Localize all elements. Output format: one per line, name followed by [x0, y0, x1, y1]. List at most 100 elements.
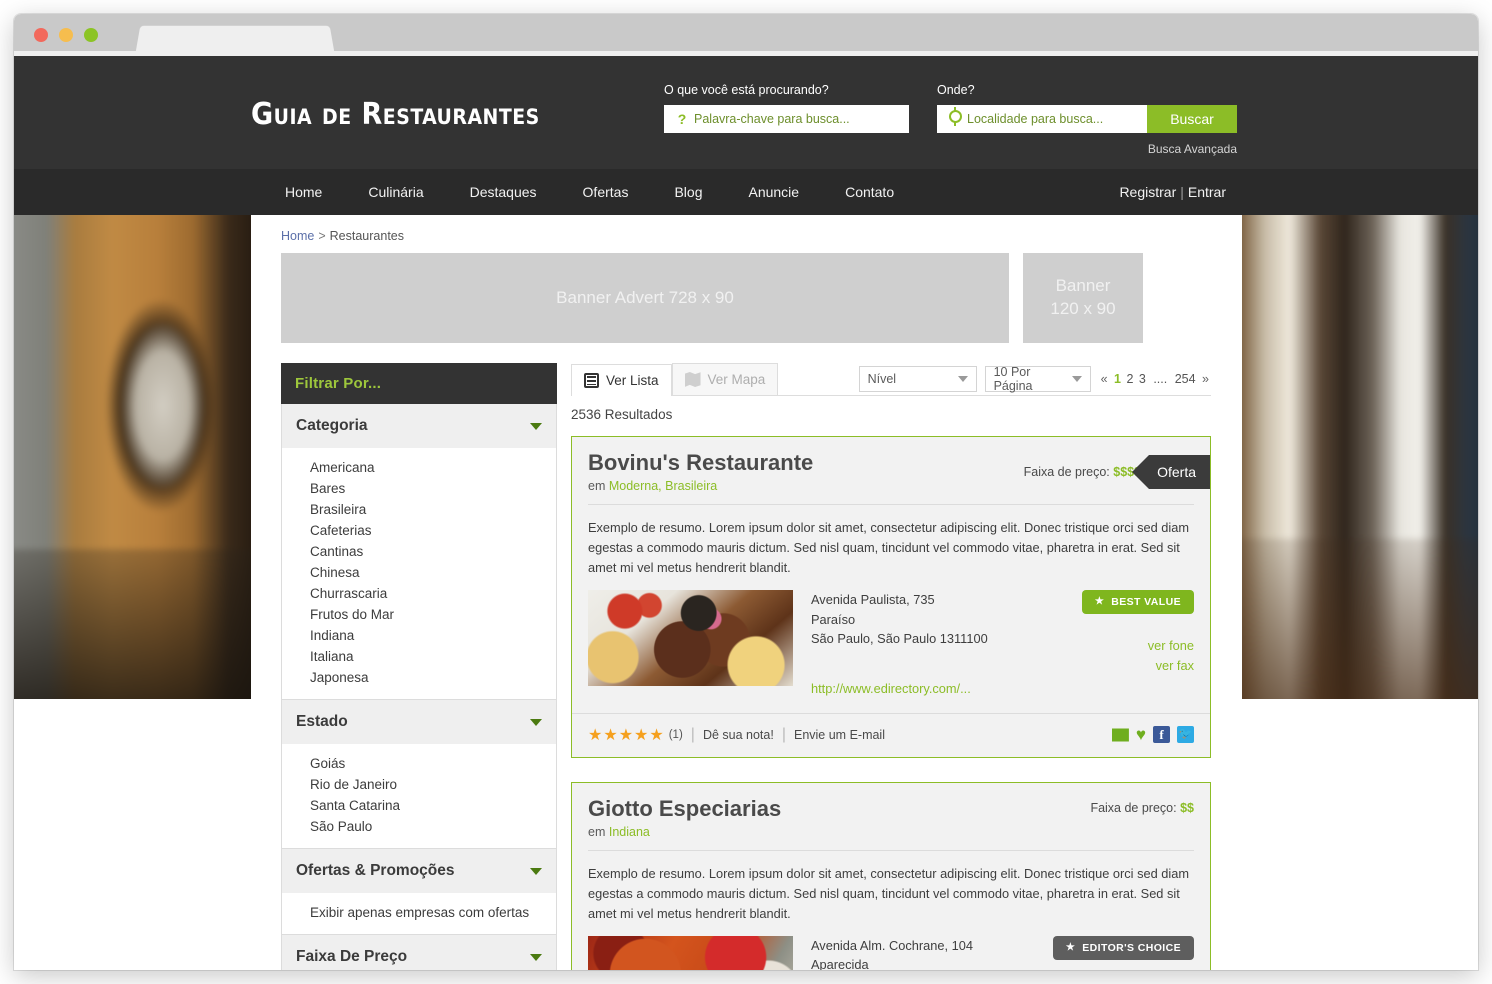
- results-toolbar: Ver Lista Ver Mapa Nível 10 Por Página «…: [571, 363, 1211, 396]
- zoom-window-button[interactable]: [84, 28, 98, 42]
- search-where-group: Onde? Buscar: [937, 83, 1237, 133]
- mail-icon[interactable]: [1111, 728, 1129, 742]
- facet-categoria: Categoria Americana Bares Brasileira Caf…: [281, 404, 557, 700]
- facet-item[interactable]: Goiás: [282, 753, 556, 774]
- facet-item[interactable]: Indiana: [282, 625, 556, 646]
- listing-card[interactable]: Giotto Especiarias em Indiana Faixa de p…: [571, 781, 1211, 970]
- facet-item[interactable]: Bares: [282, 478, 556, 499]
- site-logo[interactable]: Guia de Restaurantes: [251, 97, 540, 132]
- pagination-page-1[interactable]: 1: [1113, 372, 1122, 386]
- pagination-prev[interactable]: «: [1099, 372, 1110, 386]
- search-submit-button[interactable]: Buscar: [1147, 105, 1237, 133]
- chevron-down-icon[interactable]: [530, 953, 542, 961]
- facet-ofertas: Ofertas & Promoções Exibir apenas empres…: [281, 849, 557, 935]
- facet-item[interactable]: Exibir apenas empresas com ofertas: [282, 902, 556, 923]
- status-badge-label: EDITOR'S CHOICE: [1082, 941, 1181, 954]
- listing-thumbnail[interactable]: [588, 589, 793, 686]
- facet-item[interactable]: Cantinas: [282, 541, 556, 562]
- pagination-page-2[interactable]: 2: [1125, 372, 1134, 386]
- twitter-icon[interactable]: 🐦: [1177, 726, 1194, 744]
- listing-price: Faixa de preço: $$: [1090, 801, 1194, 815]
- facet-item[interactable]: Chinesa: [282, 562, 556, 583]
- facet-item[interactable]: Rio de Janeiro: [282, 774, 556, 795]
- facet-categoria-header[interactable]: Categoria: [282, 404, 556, 448]
- facet-item[interactable]: Santa Catarina: [282, 795, 556, 816]
- square-banner-line2: 120 x 90: [1050, 299, 1116, 318]
- level-select[interactable]: Nível: [858, 366, 977, 392]
- facet-faixa-preco-header[interactable]: Faixa De Preço: [282, 935, 556, 970]
- show-phone-link[interactable]: ver fone: [1044, 636, 1194, 656]
- rate-it-link[interactable]: Dê sua nota!: [703, 728, 774, 742]
- chevron-down-icon[interactable]: [530, 422, 542, 430]
- login-link[interactable]: Entrar: [1188, 184, 1226, 200]
- facet-item[interactable]: Frutos do Mar: [282, 604, 556, 625]
- facet-estado-label: Estado: [296, 713, 348, 730]
- listing-summary: Exemplo de resumo. Lorem ipsum dolor sit…: [588, 866, 1190, 921]
- tab-view-map[interactable]: Ver Mapa: [671, 363, 779, 395]
- nav-item-blog[interactable]: Blog: [651, 169, 725, 215]
- location-pin-icon: [947, 110, 963, 128]
- advanced-search-link[interactable]: Busca Avançada: [937, 142, 1237, 156]
- listing-website-link[interactable]: http://www.edirectory.com/...: [811, 679, 1044, 699]
- rating-stars[interactable]: ★★★★★: [588, 725, 665, 745]
- listing-categories-value[interactable]: Moderna, Brasileira: [609, 479, 717, 493]
- filter-sidebar: Filtrar Por... Categoria Americana Bares…: [281, 363, 557, 970]
- facet-item[interactable]: Italiana: [282, 646, 556, 667]
- facet-item[interactable]: São Paulo: [282, 816, 556, 837]
- question-mark-icon: ?: [677, 111, 687, 127]
- pagination-last-page[interactable]: 254: [1174, 372, 1197, 386]
- nav-item-contato[interactable]: Contato: [822, 169, 917, 215]
- breadcrumb-home-link[interactable]: Home: [281, 229, 314, 243]
- nav-item-destaques[interactable]: Destaques: [447, 169, 560, 215]
- chevron-down-icon[interactable]: [530, 867, 542, 875]
- footer-separator: |: [690, 725, 695, 743]
- show-fax-link[interactable]: ver fax: [1044, 656, 1194, 676]
- facet-item[interactable]: Americana: [282, 457, 556, 478]
- chevron-down-icon: [957, 376, 968, 382]
- facet-item[interactable]: Japonesa: [282, 667, 556, 688]
- search-location-input[interactable]: [963, 106, 1147, 132]
- banner-row: Banner Advert 728 x 90 Banner 120 x 90: [251, 243, 1241, 343]
- search-what-group: O que você está procurando? ?: [664, 83, 909, 133]
- facet-estado-header[interactable]: Estado: [282, 700, 556, 744]
- offer-ribbon[interactable]: Oferta: [1132, 455, 1210, 489]
- pagination-next[interactable]: »: [1200, 372, 1211, 386]
- listing-body: Exemplo de resumo. Lorem ipsum dolor sit…: [572, 505, 1210, 699]
- square-banner-line1: Banner: [1055, 276, 1111, 296]
- facet-faixa-preco-label: Faixa De Preço: [296, 948, 408, 965]
- search-what-field[interactable]: ?: [664, 105, 909, 133]
- listing-details: Avenida Paulista, 735 Paraíso São Paulo,…: [588, 589, 1194, 699]
- nav-item-culinaria[interactable]: Culinária: [345, 169, 446, 215]
- listing-card[interactable]: Bovinu's Restaurante em Moderna, Brasile…: [571, 436, 1211, 758]
- square-banner[interactable]: Banner 120 x 90: [1023, 253, 1143, 343]
- leaderboard-banner[interactable]: Banner Advert 728 x 90: [281, 253, 1009, 343]
- pagination-page-3[interactable]: 3: [1138, 372, 1147, 386]
- pagination-ellipsis: ....: [1153, 372, 1168, 386]
- background-photo-left: [14, 215, 251, 699]
- chevron-down-icon[interactable]: [530, 718, 542, 726]
- nav-item-home[interactable]: Home: [262, 169, 345, 215]
- facet-item[interactable]: Churrascaria: [282, 583, 556, 604]
- tab-view-list[interactable]: Ver Lista: [571, 364, 672, 396]
- search-where-field[interactable]: [937, 105, 1147, 133]
- listing-address-line2: Aparecida: [811, 957, 869, 970]
- facet-item[interactable]: Cafeterias: [282, 520, 556, 541]
- per-page-select[interactable]: 10 Por Página: [984, 365, 1091, 393]
- listing-footer: ★★★★★ (1) | Dê sua nota! | Envie um E-ma…: [572, 712, 1210, 757]
- close-window-button[interactable]: [34, 28, 48, 42]
- facebook-icon[interactable]: f: [1153, 726, 1170, 744]
- facet-item[interactable]: Brasileira: [282, 499, 556, 520]
- send-email-link[interactable]: Envie um E-mail: [794, 728, 885, 742]
- content-container: Home > Restaurantes Banner Advert 728 x 90…: [251, 215, 1241, 970]
- facet-ofertas-header[interactable]: Ofertas & Promoções: [282, 849, 556, 893]
- tab-view-map-label: Ver Mapa: [707, 372, 766, 387]
- search-keyword-input[interactable]: [690, 106, 909, 132]
- heart-icon[interactable]: ♥: [1136, 726, 1146, 743]
- nav-item-ofertas[interactable]: Ofertas: [560, 169, 652, 215]
- listing-header: Bovinu's Restaurante em Moderna, Brasile…: [572, 437, 1210, 504]
- listing-thumbnail[interactable]: [588, 935, 793, 970]
- listing-categories-value[interactable]: Indiana: [609, 825, 650, 839]
- nav-item-anuncie[interactable]: Anuncie: [725, 169, 822, 215]
- register-link[interactable]: Registrar: [1119, 184, 1176, 200]
- minimize-window-button[interactable]: [59, 28, 73, 42]
